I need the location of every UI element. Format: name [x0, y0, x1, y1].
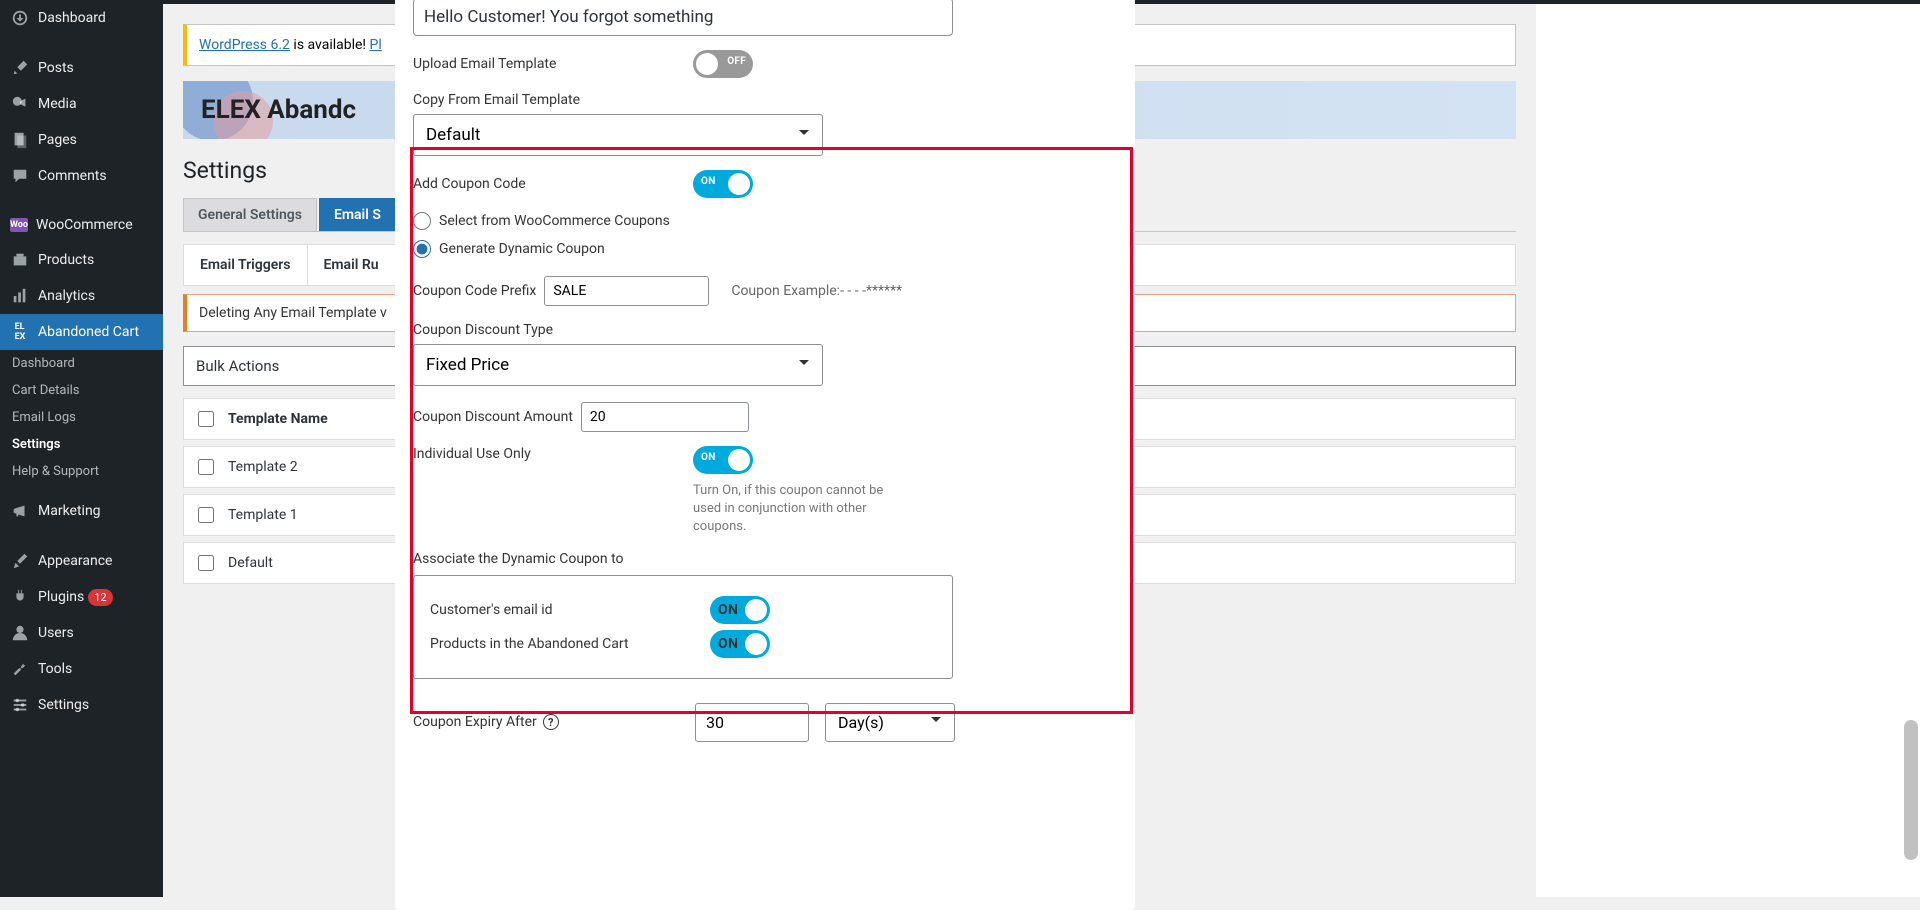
template-name: Template 1	[228, 507, 298, 523]
sidebar-item-products[interactable]: Products	[0, 242, 163, 278]
sidebar-item-comments[interactable]: Comments	[0, 158, 163, 194]
copy-template-select[interactable]: Default	[413, 114, 823, 156]
sidebar-item-abandoned-cart[interactable]: ELEX Abandoned Cart	[0, 314, 163, 350]
add-coupon-label: Add Coupon Code	[413, 176, 693, 192]
products-icon	[10, 250, 30, 270]
megaphone-icon	[10, 501, 30, 521]
sidebar-label: Comments	[38, 168, 107, 184]
coupon-prefix-input[interactable]	[544, 276, 709, 306]
individual-use-label: Individual Use Only	[413, 446, 693, 462]
row-checkbox[interactable]	[198, 459, 214, 475]
template-name: Template 2	[228, 459, 298, 475]
template-name: Default	[228, 555, 273, 571]
sidebar-item-appearance[interactable]: Appearance	[0, 543, 163, 579]
upload-template-label: Upload Email Template	[413, 56, 693, 72]
sidebar-item-analytics[interactable]: Analytics	[0, 278, 163, 314]
pages-icon	[10, 130, 30, 150]
sidebar-item-dashboard[interactable]: Dashboard	[0, 0, 163, 36]
white-bg-right	[1536, 4, 1920, 897]
coupon-example-text: Coupon Example:- - - -******	[731, 283, 902, 299]
select-all-checkbox[interactable]	[198, 411, 214, 427]
sidebar-item-settings[interactable]: Settings	[0, 687, 163, 723]
wp-version-link[interactable]: WordPress 6.2	[199, 37, 290, 53]
brush-icon	[10, 551, 30, 571]
settings-icon	[10, 695, 30, 715]
assoc-products-toggle[interactable]: ON	[710, 630, 770, 658]
media-icon	[10, 94, 30, 114]
copy-template-label: Copy From Email Template	[413, 92, 1109, 108]
sidebar-label: Dashboard	[38, 10, 106, 26]
associate-label: Associate the Dynamic Coupon to	[413, 551, 1109, 567]
sidebar-label: Media	[38, 96, 77, 112]
sidebar-label: Users	[38, 625, 74, 641]
sidebar-label: Appearance	[38, 553, 112, 569]
row-checkbox[interactable]	[198, 555, 214, 571]
sidebar-item-woocommerce[interactable]: Woo WooCommerce	[0, 208, 163, 242]
help-icon[interactable]: ?	[543, 714, 559, 730]
column-header-name: Template Name	[228, 411, 328, 427]
assoc-email-toggle[interactable]: ON	[710, 596, 770, 624]
upload-template-toggle[interactable]: OFF	[693, 50, 753, 78]
scrollbar-thumb[interactable]	[1904, 720, 1918, 860]
comments-icon	[10, 166, 30, 186]
associate-box: Customer's email id ON Products in the A…	[413, 575, 953, 679]
coupon-expiry-label: Coupon Expiry After ?	[413, 714, 643, 730]
dashboard-icon	[10, 8, 30, 28]
sidebar-item-plugins[interactable]: Plugins 12	[0, 579, 163, 615]
sidebar-label: Abandoned Cart	[38, 324, 139, 340]
sidebar-sub-cart-details[interactable]: Cart Details	[0, 377, 163, 404]
discount-amount-label: Coupon Discount Amount	[413, 409, 573, 425]
subtab-triggers[interactable]: Email Triggers	[184, 245, 308, 285]
sidebar-label: Analytics	[38, 288, 95, 304]
coupon-expiry-unit-select[interactable]: Day(s)	[825, 703, 955, 742]
coupon-prefix-label: Coupon Code Prefix	[413, 283, 536, 299]
sidebar-item-media[interactable]: Media	[0, 86, 163, 122]
elex-icon: ELEX	[10, 322, 30, 342]
assoc-email-label: Customer's email id	[430, 602, 553, 618]
sidebar-label: Marketing	[38, 503, 101, 519]
sidebar-label: Tools	[38, 661, 72, 677]
tab-email[interactable]: Email S	[319, 198, 396, 231]
sidebar-item-marketing[interactable]: Marketing	[0, 493, 163, 529]
sidebar-label: Posts	[38, 60, 74, 76]
sidebar-label: Settings	[38, 697, 89, 713]
row-checkbox[interactable]	[198, 507, 214, 523]
users-icon	[10, 623, 30, 643]
sidebar-item-posts[interactable]: Posts	[0, 50, 163, 86]
tools-icon	[10, 659, 30, 679]
sidebar-label: Plugins	[38, 589, 84, 605]
email-subject-input[interactable]	[413, 0, 953, 36]
admin-sidebar: Dashboard Posts Media Pages Comments Woo…	[0, 0, 163, 897]
discount-amount-input[interactable]	[581, 402, 749, 432]
sidebar-label: Pages	[38, 132, 77, 148]
sidebar-item-tools[interactable]: Tools	[0, 651, 163, 687]
coupon-expiry-input[interactable]	[695, 703, 809, 742]
individual-use-toggle[interactable]: ON	[693, 446, 753, 474]
sidebar-sub-settings[interactable]: Settings	[0, 431, 163, 458]
analytics-icon	[10, 286, 30, 306]
sidebar-label: Products	[38, 252, 94, 268]
sidebar-sub-email-logs[interactable]: Email Logs	[0, 404, 163, 431]
radio-woo-coupons[interactable]: Select from WooCommerce Coupons	[413, 212, 1117, 230]
individual-help: Turn On, if this coupon cannot be used i…	[693, 482, 903, 537]
sidebar-sub-help[interactable]: Help & Support	[0, 458, 163, 485]
sidebar-item-users[interactable]: Users	[0, 615, 163, 651]
assoc-products-label: Products in the Abandoned Cart	[430, 636, 629, 652]
radio-dynamic-coupon[interactable]: Generate Dynamic Coupon	[413, 240, 1117, 258]
pin-icon	[10, 58, 30, 78]
discount-type-label: Coupon Discount Type	[413, 322, 1109, 338]
sidebar-item-pages[interactable]: Pages	[0, 122, 163, 158]
sidebar-label: WooCommerce	[36, 217, 133, 233]
settings-panel: Upload Email Template OFF Copy From Emai…	[395, 0, 1135, 910]
woo-icon: Woo	[10, 218, 28, 232]
discount-type-select[interactable]: Fixed Price	[413, 344, 823, 386]
tab-general[interactable]: General Settings	[183, 198, 317, 231]
plugins-badge: 12	[88, 589, 112, 606]
subtab-rules[interactable]: Email Ru	[308, 245, 396, 285]
sidebar-sub-dashboard[interactable]: Dashboard	[0, 350, 163, 377]
add-coupon-toggle[interactable]: ON	[693, 170, 753, 198]
please-update-link[interactable]: Pl	[370, 37, 382, 53]
plugins-icon	[10, 587, 30, 607]
